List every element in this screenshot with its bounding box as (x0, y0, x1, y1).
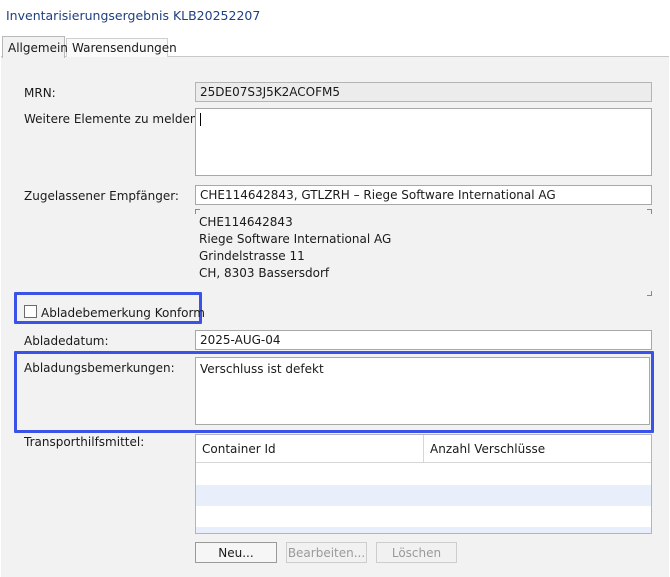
column-header-anzahl-verschluesse[interactable]: Anzahl Verschlüsse (424, 435, 651, 463)
bemerkungen-label: Abladungsbemerkungen: (24, 361, 175, 375)
address-line-id: CHE114642843 (199, 215, 293, 229)
weitere-elemente-textarea[interactable] (195, 108, 652, 176)
tab-warensendungen[interactable]: Warensendungen (66, 38, 177, 57)
corner-mark (647, 291, 652, 296)
table-row-empty (196, 527, 651, 533)
corner-mark (647, 209, 652, 214)
corner-mark (195, 209, 200, 214)
delete-button[interactable]: Löschen (376, 542, 457, 563)
column-header-container-id[interactable]: Container Id (196, 435, 424, 463)
table-row-empty (196, 464, 651, 485)
text-cursor (200, 113, 201, 126)
empfaenger-label: Zugelassener Empfänger: (24, 189, 179, 203)
address-line-city: CH, 8303 Bassersdorf (199, 266, 330, 280)
address-line-street: Grindelstrasse 11 (199, 249, 305, 263)
weitere-elemente-label: Weitere Elemente zu melden: (24, 112, 202, 126)
tab-allgemein[interactable]: Allgemein (2, 36, 68, 58)
new-button[interactable]: Neu... (195, 542, 277, 563)
table-row-empty (196, 485, 651, 506)
empfaenger-field[interactable]: CHE114642843, GTLZRH – Riege Software In… (195, 185, 652, 205)
konform-checkbox[interactable] (24, 305, 37, 318)
table-row-empty (196, 506, 651, 527)
konform-label[interactable]: Abladebemerkung Konform (41, 306, 205, 320)
address-line-name: Riege Software International AG (199, 232, 392, 246)
transport-label: Transporthilfsmittel: (24, 435, 145, 449)
transport-table[interactable]: Container Id Anzahl Verschlüsse (195, 434, 652, 534)
bemerkungen-textarea[interactable]: Verschluss ist defekt (195, 357, 650, 425)
window-title: Inventarisierungsergebnis KLB20252207 (6, 8, 261, 23)
edit-button[interactable]: Bearbeiten... (286, 542, 367, 563)
empfaenger-address-block: CHE114642843 Riege Software Internationa… (195, 209, 652, 296)
abladedatum-field[interactable]: 2025-AUG-04 (195, 330, 652, 350)
mrn-field: 25DE07S3J5K2ACOFM5 (195, 82, 652, 102)
mrn-label: MRN: (24, 86, 56, 100)
abladedatum-label: Abladedatum: (24, 334, 109, 348)
